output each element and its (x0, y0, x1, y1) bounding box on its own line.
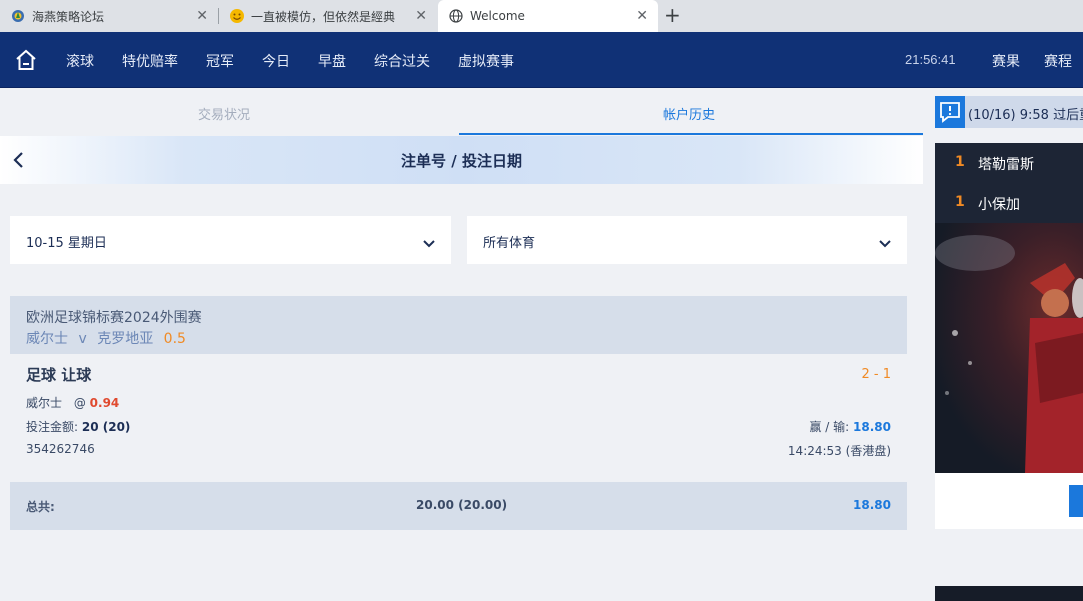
screen-icon[interactable] (1069, 485, 1083, 517)
browser-tab-active[interactable]: Welcome ✕ (438, 0, 658, 32)
sub-tabs: 交易状况 帐户历史 (0, 88, 923, 136)
tab-title: Welcome (470, 9, 525, 23)
right-sidebar: (10/16) 9:58 过后重 1 塔勒雷斯 1 小保加 (923, 88, 1083, 601)
message-alert-icon (935, 96, 965, 128)
nav-item-virtual[interactable]: 虚拟赛事 (458, 51, 514, 71)
winloss-value: 18.80 (853, 420, 891, 434)
stake-value: 20 (20) (81, 420, 131, 434)
total-win: 18.80 (853, 498, 891, 512)
browser-tab[interactable]: 一直被模仿，但依然是經典 ✕ (219, 0, 437, 32)
bet-odds: 0.94 (89, 396, 120, 410)
selected-team: 威尔士 (26, 396, 63, 410)
active-tab-indicator (459, 133, 923, 135)
total-label: 总共: (26, 500, 55, 514)
site-favicon-icon (10, 8, 26, 24)
nav-item-special-odds[interactable]: 特优赔率 (122, 51, 178, 71)
sport-select[interactable]: 所有体育 (467, 216, 907, 264)
handicap-line: 0.5 (163, 331, 186, 347)
close-icon[interactable]: ✕ (636, 8, 648, 24)
versus: v (78, 331, 87, 347)
tab-transactions[interactable]: 交易状况 (198, 104, 250, 123)
at-sign: @ (73, 396, 86, 410)
promo-banner[interactable] (935, 223, 1083, 473)
team-name: 小保加 (978, 197, 1020, 213)
chevron-down-icon (423, 234, 435, 248)
nav-item-parlay[interactable]: 综合过关 (374, 51, 430, 71)
home-team: 威尔士 (26, 331, 68, 347)
list-item[interactable]: 1 小保加 (935, 183, 1083, 223)
tab-title: 一直被模仿，但依然是經典 (251, 9, 396, 24)
close-icon[interactable]: ✕ (415, 8, 427, 24)
total-stake: 20.00 (20.00) (416, 498, 508, 512)
main-nav: 滚球 特优赔率 冠军 今日 早盘 综合过关 虚拟赛事 21:56:41 赛果 赛… (0, 32, 1083, 88)
new-tab-button[interactable]: + (664, 5, 681, 25)
nav-item-early[interactable]: 早盘 (318, 51, 346, 71)
chevron-down-icon (879, 234, 891, 248)
chat-box (935, 473, 1083, 529)
globe-icon (448, 8, 464, 24)
bet-id: 354262746 (26, 442, 95, 456)
total-row: 总共: 20.00 (20.00) 18.80 (10, 482, 907, 530)
nav-item-outright[interactable]: 冠军 (206, 51, 234, 71)
nav-item-schedule[interactable]: 赛程 (1044, 51, 1072, 71)
league-name: 欧洲足球锦标赛2024外围赛 (26, 310, 202, 326)
bet-time: 14:24:53 (香港盘) (787, 444, 891, 458)
stake-label: 投注金额: (26, 420, 79, 434)
date-select-value: 10-15 星期日 (26, 236, 107, 251)
date-select[interactable]: 10-15 星期日 (10, 216, 451, 264)
winloss-label: 赢 / 输: (809, 420, 850, 434)
rank: 1 (955, 154, 965, 170)
athlete-illustration (935, 235, 1083, 473)
nav-item-results[interactable]: 赛果 (992, 51, 1020, 71)
final-score: 2 - 1 (861, 367, 892, 382)
winloss-row: 赢 / 输: 18.80 (809, 418, 891, 435)
bet-history-panel: 交易状况 帐户历史 注单号 / 投注日期 10-15 星期日 所有体育 欧洲足球… (0, 88, 923, 601)
hot-list: 1 塔勒雷斯 1 小保加 (935, 143, 1083, 223)
bet-selection: 威尔士 @ 0.94 (26, 394, 119, 411)
nav-item-live[interactable]: 滚球 (66, 51, 94, 71)
clock: 21:56:41 (905, 52, 956, 67)
nav-item-today[interactable]: 今日 (262, 51, 290, 71)
page-title: 注单号 / 投注日期 (401, 152, 522, 170)
bet-type: 足球 让球 (26, 366, 92, 384)
ticker-text: (10/16) 9:58 过后重 (968, 108, 1083, 123)
title-bar: 注单号 / 投注日期 (0, 136, 923, 184)
sport-select-value: 所有体育 (483, 236, 536, 251)
close-icon[interactable]: ✕ (196, 8, 208, 24)
home-icon[interactable] (14, 48, 38, 72)
list-item[interactable]: 1 塔勒雷斯 (935, 143, 1083, 183)
bet-detail: 足球 让球 2 - 1 威尔士 @ 0.94 投注金额: 20 (20) 赢 /… (10, 354, 907, 466)
away-team: 克罗地亚 (97, 331, 154, 347)
team-name: 塔勒雷斯 (978, 157, 1034, 173)
rank: 1 (955, 194, 965, 210)
browser-tab[interactable]: 海燕策略论坛 ✕ (0, 0, 218, 32)
tab-account-history[interactable]: 帐户历史 (663, 104, 715, 123)
match-header: 欧洲足球锦标赛2024外围赛 威尔士 v 克罗地亚 0.5 (10, 296, 907, 354)
match-teams: 威尔士 v 克罗地亚 0.5 (26, 328, 186, 348)
browser-tab-bar: 海燕策略论坛 ✕ 一直被模仿，但依然是經典 ✕ Welcome ✕ + (0, 0, 1083, 32)
announcement-ticker[interactable]: (10/16) 9:58 过后重 (935, 96, 1083, 128)
tab-title: 海燕策略论坛 (32, 9, 105, 24)
emoji-favicon-icon (229, 8, 245, 24)
promo-strip (935, 586, 1083, 601)
stake-row: 投注金额: 20 (20) (26, 418, 130, 435)
